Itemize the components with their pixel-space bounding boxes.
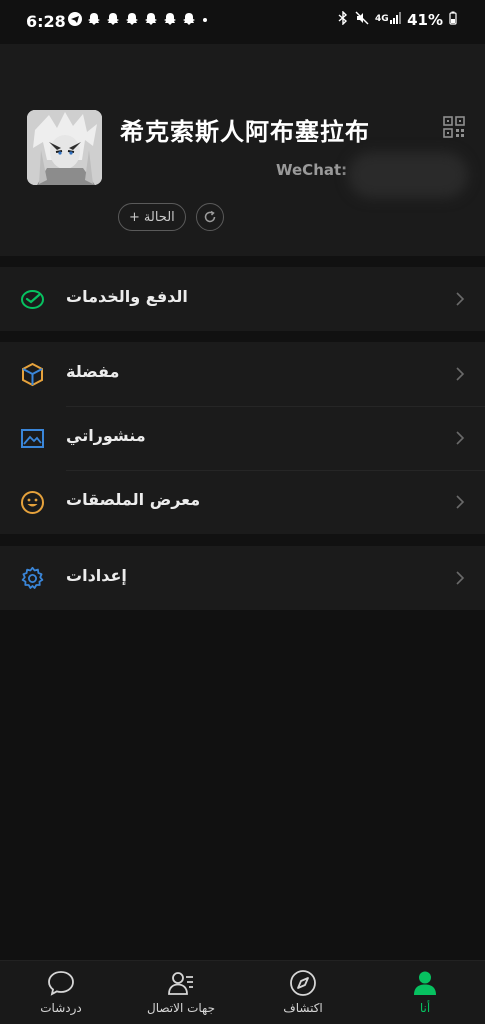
refresh-status-button[interactable] [196, 203, 224, 231]
tab-label: اكتشاف [283, 1001, 323, 1015]
contacts-icon [168, 972, 193, 995]
signal-4g-icon: 4G [375, 11, 402, 29]
bluetooth-icon [337, 10, 349, 29]
chevron-right-icon [456, 367, 465, 381]
snapchat-icon [163, 12, 177, 31]
pay-check-icon [21, 290, 44, 309]
wechat-id-label: WeChat: [276, 161, 348, 179]
menu-item-label: إعدادات [66, 566, 127, 585]
mute-icon [355, 11, 369, 29]
profile-name: 希克索斯人阿布塞拉布 [120, 118, 370, 146]
battery-icon [449, 11, 457, 29]
plus-icon: + [129, 209, 140, 225]
smile-icon [21, 491, 44, 514]
snapchat-icon [87, 12, 101, 31]
snapchat-icon [106, 12, 120, 31]
image-icon [21, 429, 44, 448]
status-button-label: الحالة [143, 209, 175, 225]
menu-item-label: معرض الملصقات [66, 490, 201, 509]
system-indicators: 4G 41% [337, 10, 457, 29]
telegram-icon [68, 12, 82, 31]
menu-item-settings[interactable]: إعدادات [0, 546, 485, 610]
svg-text:4G: 4G [375, 14, 389, 24]
chevron-right-icon [456, 571, 465, 585]
cube-icon [22, 362, 43, 387]
snapchat-icon [125, 12, 139, 31]
chat-bubble-icon [48, 971, 74, 996]
avatar[interactable] [27, 110, 102, 185]
qr-code-icon[interactable] [443, 116, 465, 138]
dot-icon [201, 12, 209, 31]
compass-icon [290, 970, 316, 996]
battery-level: 41% [407, 11, 443, 29]
refresh-icon [204, 210, 216, 223]
menu-group-settings: إعدادات [0, 546, 485, 610]
menu-item-stickers[interactable]: معرض الملصقات [0, 470, 485, 534]
tab-me[interactable]: أنا [375, 961, 475, 1024]
status-time: 6:28 [26, 12, 66, 31]
tab-chats[interactable]: دردشات [11, 961, 111, 1024]
menu-group-pay: الدفع والخدمات [0, 267, 485, 331]
menu-item-favorites[interactable]: مفضلة [0, 342, 485, 406]
add-status-button[interactable]: + الحالة [118, 203, 186, 231]
notification-icons [68, 12, 209, 31]
chevron-right-icon [456, 292, 465, 306]
menu-item-label: مفضلة [66, 362, 120, 381]
menu-item-label: الدفع والخدمات [66, 287, 188, 306]
menu-item-posts[interactable]: منشوراتي [0, 406, 485, 470]
tab-label: أنا [419, 1001, 431, 1015]
profile-header[interactable]: 希克索斯人阿布塞拉布 WeChat: + الحالة [0, 44, 485, 256]
menu-item-label: منشوراتي [66, 426, 146, 445]
menu-item-pay[interactable]: الدفع والخدمات [0, 267, 485, 331]
snapchat-icon [182, 12, 196, 31]
chevron-right-icon [456, 431, 465, 445]
snapchat-icon [144, 12, 158, 31]
tab-label: دردشات [40, 1001, 82, 1015]
tab-contacts[interactable]: جهات الاتصال [131, 961, 231, 1024]
person-icon [414, 971, 436, 995]
status-bar: 6:28 4G 41% [0, 0, 485, 44]
tab-discover[interactable]: اكتشاف [253, 961, 353, 1024]
gear-icon [21, 566, 44, 589]
menu-group-content: مفضلة منشوراتي معرض الملصقات [0, 342, 485, 534]
tab-label: جهات الاتصال [146, 1001, 215, 1015]
chevron-right-icon [456, 495, 465, 509]
wechat-id-redacted [348, 152, 468, 198]
bottom-tab-bar: دردشات جهات الاتصال اكتشاف أنا [0, 960, 485, 1024]
